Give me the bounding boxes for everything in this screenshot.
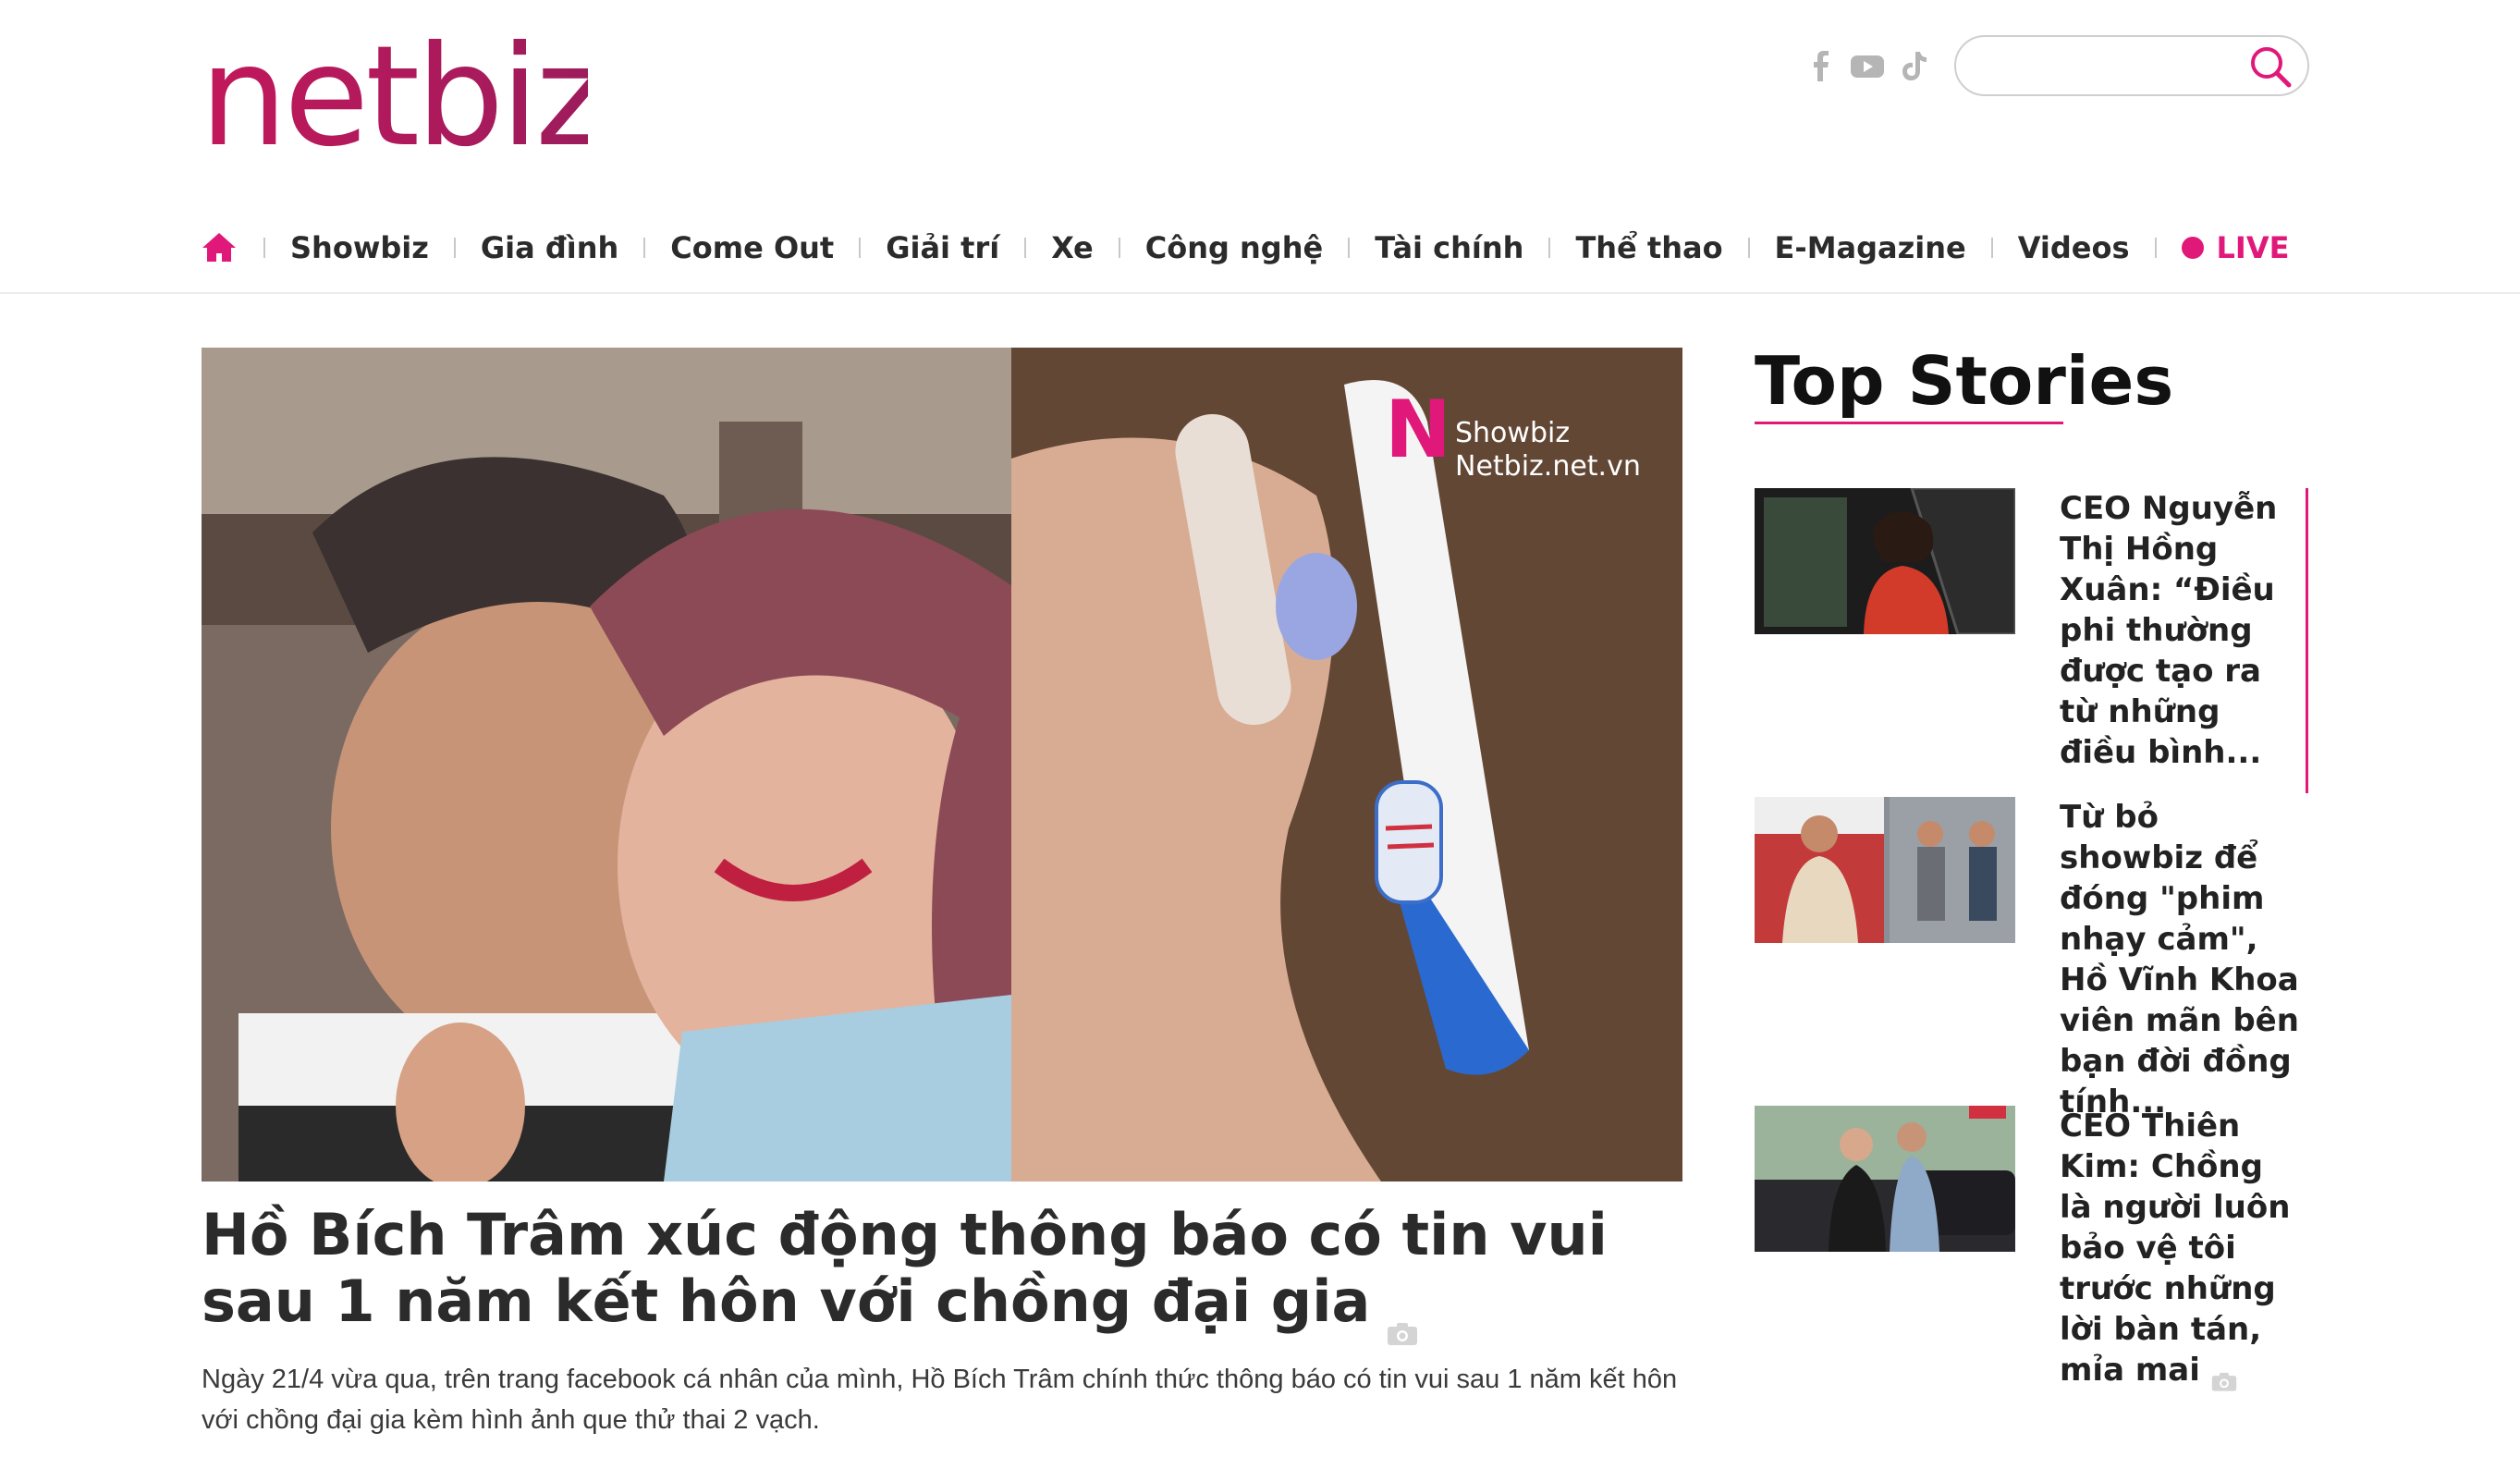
nav-divider [1548, 238, 1551, 258]
nav-divider [1747, 238, 1750, 258]
nav-divider [643, 238, 646, 258]
nav-item-tai-chinh[interactable]: Tài chính [1375, 230, 1523, 265]
story-thumbnail[interactable] [1755, 1106, 2015, 1252]
watermark-site: Netbiz.net.vn [1455, 450, 1641, 483]
logo-mark: netbiz [200, 17, 588, 155]
nav-item-live[interactable]: LIVE [2181, 230, 2290, 265]
nav-divider [1024, 238, 1027, 258]
main-nav: Showbiz Gia đình Come Out Giải trí Xe Cô… [200, 214, 2289, 281]
nav-item-gia-dinh[interactable]: Gia đình [481, 230, 618, 265]
story-thumbnail[interactable] [1755, 797, 2015, 943]
story-title-wrapper[interactable]: CEO Thiên Kim: Chồng là người luôn bảo v… [2060, 1106, 2302, 1391]
nav-item-e-magazine[interactable]: E-Magazine [1775, 230, 1966, 265]
tiktok-icon[interactable] [1895, 48, 1932, 85]
nav-item-the-thao[interactable]: Thể thao [1575, 230, 1722, 265]
camera-icon [1387, 1293, 1418, 1345]
story-title[interactable]: CEO Nguyễn Thị Hồng Xuân: “Điều phi thườ… [2060, 488, 2302, 773]
nav-item-videos[interactable]: Videos [2018, 230, 2130, 265]
nav-divider [1348, 238, 1351, 258]
nav-item-cong-nghe[interactable]: Công nghệ [1145, 230, 1323, 265]
nav-item-come-out[interactable]: Come Out [670, 230, 834, 265]
nav-item-xe[interactable]: Xe [1051, 230, 1094, 265]
nav-divider [2154, 238, 2157, 258]
search-input[interactable] [1976, 46, 2239, 89]
top-stories-scroll-indicator [2306, 488, 2308, 793]
top-stories-heading: Top Stories [1755, 342, 2174, 420]
facebook-icon[interactable] [1803, 48, 1840, 85]
story-title: CEO Thiên Kim: Chồng là người luôn bảo v… [2060, 1108, 2291, 1389]
pregnancy-test-photo: N Showbiz Netbiz.net.vn [1011, 348, 1682, 1182]
nav-divider [263, 238, 265, 258]
youtube-icon[interactable] [1849, 48, 1886, 85]
nav-item-showbiz[interactable]: Showbiz [290, 230, 429, 265]
nav-item-giai-tri[interactable]: Giải trí [886, 230, 999, 265]
story-title[interactable]: Từ bỏ showbiz để đóng "phim nhạy cảm", H… [2060, 797, 2302, 1122]
story-thumbnail[interactable] [1755, 488, 2015, 634]
nav-divider [859, 238, 862, 258]
watermark-logo-icon: N [1385, 384, 1451, 476]
live-dot-icon [2181, 237, 2204, 259]
watermark-section: Showbiz [1455, 417, 1570, 449]
nav-divider-line [0, 292, 2520, 294]
logo-text: netbiz [200, 17, 588, 155]
search-box [1954, 35, 2309, 96]
featured-headline[interactable]: Hồ Bích Trâm xúc động thông báo có tin v… [202, 1202, 1718, 1345]
nav-divider [453, 238, 456, 258]
top-stories-underline [1755, 422, 2063, 424]
featured-summary: Ngày 21/4 vừa qua, trên trang facebook c… [202, 1365, 1678, 1435]
couple-photo [202, 348, 1011, 1182]
featured-image[interactable]: N Showbiz Netbiz.net.vn [202, 348, 1682, 1182]
camera-icon [2211, 1362, 2237, 1391]
social-links [1803, 48, 1932, 85]
live-label: LIVE [2216, 230, 2290, 265]
site-logo[interactable]: netbiz [200, 17, 588, 155]
search-icon[interactable] [2246, 43, 2294, 91]
nav-divider [1118, 238, 1120, 258]
nav-divider [1990, 238, 1993, 258]
home-icon[interactable] [200, 228, 239, 267]
